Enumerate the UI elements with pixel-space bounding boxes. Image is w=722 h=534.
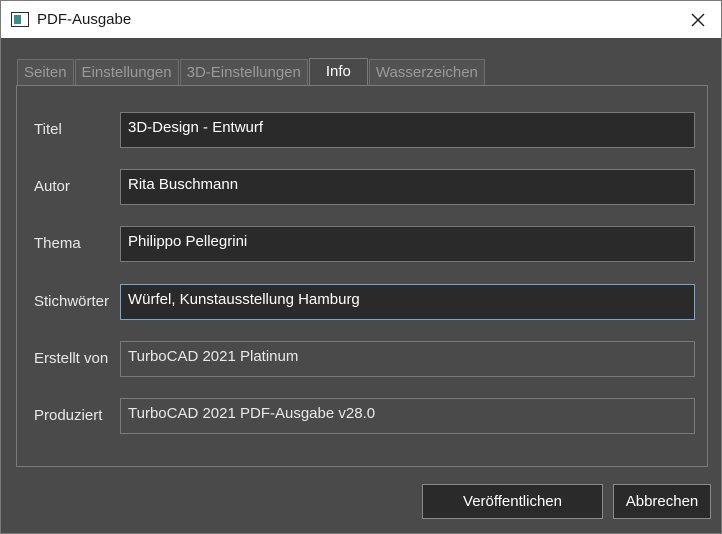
keywords-label: Stichwörter [34,293,110,310]
tab-seiten[interactable]: Seiten [17,59,74,85]
tab-info[interactable]: Info [308,58,368,85]
subject-field[interactable]: Philippo Pellegrini [120,226,695,262]
author-label: Autor [34,178,70,195]
creator-row: Erstellt von TurboCAD 2021 Platinum [17,341,707,377]
app-window-icon [11,12,29,27]
tab-einstellungen[interactable]: Einstellungen [74,59,179,85]
producer-field: TurboCAD 2021 PDF-Ausgabe v28.0 [120,398,695,434]
tab-wasserzeichen[interactable]: Wasserzeichen [368,59,485,85]
author-row: Autor Rita Buschmann [17,169,707,205]
creator-field: TurboCAD 2021 Platinum [120,341,695,377]
keywords-row: Stichwörter Würfel, Kunstausstellung Ham… [17,284,707,320]
info-panel: Titel 3D-Design - Entwurf Autor Rita Bus… [16,85,708,467]
tab-3d-einstellungen[interactable]: 3D-Einstellungen [179,59,308,85]
tab-bar: Seiten Einstellungen 3D-Einstellungen In… [17,58,486,85]
cancel-button[interactable]: Abbrechen [613,484,711,519]
title-bar: PDF-Ausgabe [1,1,721,38]
keywords-field[interactable]: Würfel, Kunstausstellung Hamburg [120,284,695,320]
title-label: Titel [34,121,62,138]
pdf-output-dialog: PDF-Ausgabe Seiten Einstellungen 3D-Eins… [0,0,722,534]
producer-label: Produziert [34,407,103,424]
window-title: PDF-Ausgabe [37,11,132,28]
close-button[interactable] [675,1,721,38]
close-icon [691,13,705,26]
subject-label: Thema [34,235,81,252]
author-field[interactable]: Rita Buschmann [120,169,695,205]
creator-label: Erstellt von [34,350,109,367]
title-field[interactable]: 3D-Design - Entwurf [120,112,695,148]
producer-row: Produziert TurboCAD 2021 PDF-Ausgabe v28… [17,398,707,434]
publish-button[interactable]: Veröffentlichen [422,484,603,519]
subject-row: Thema Philippo Pellegrini [17,226,707,262]
title-row: Titel 3D-Design - Entwurf [17,112,707,148]
